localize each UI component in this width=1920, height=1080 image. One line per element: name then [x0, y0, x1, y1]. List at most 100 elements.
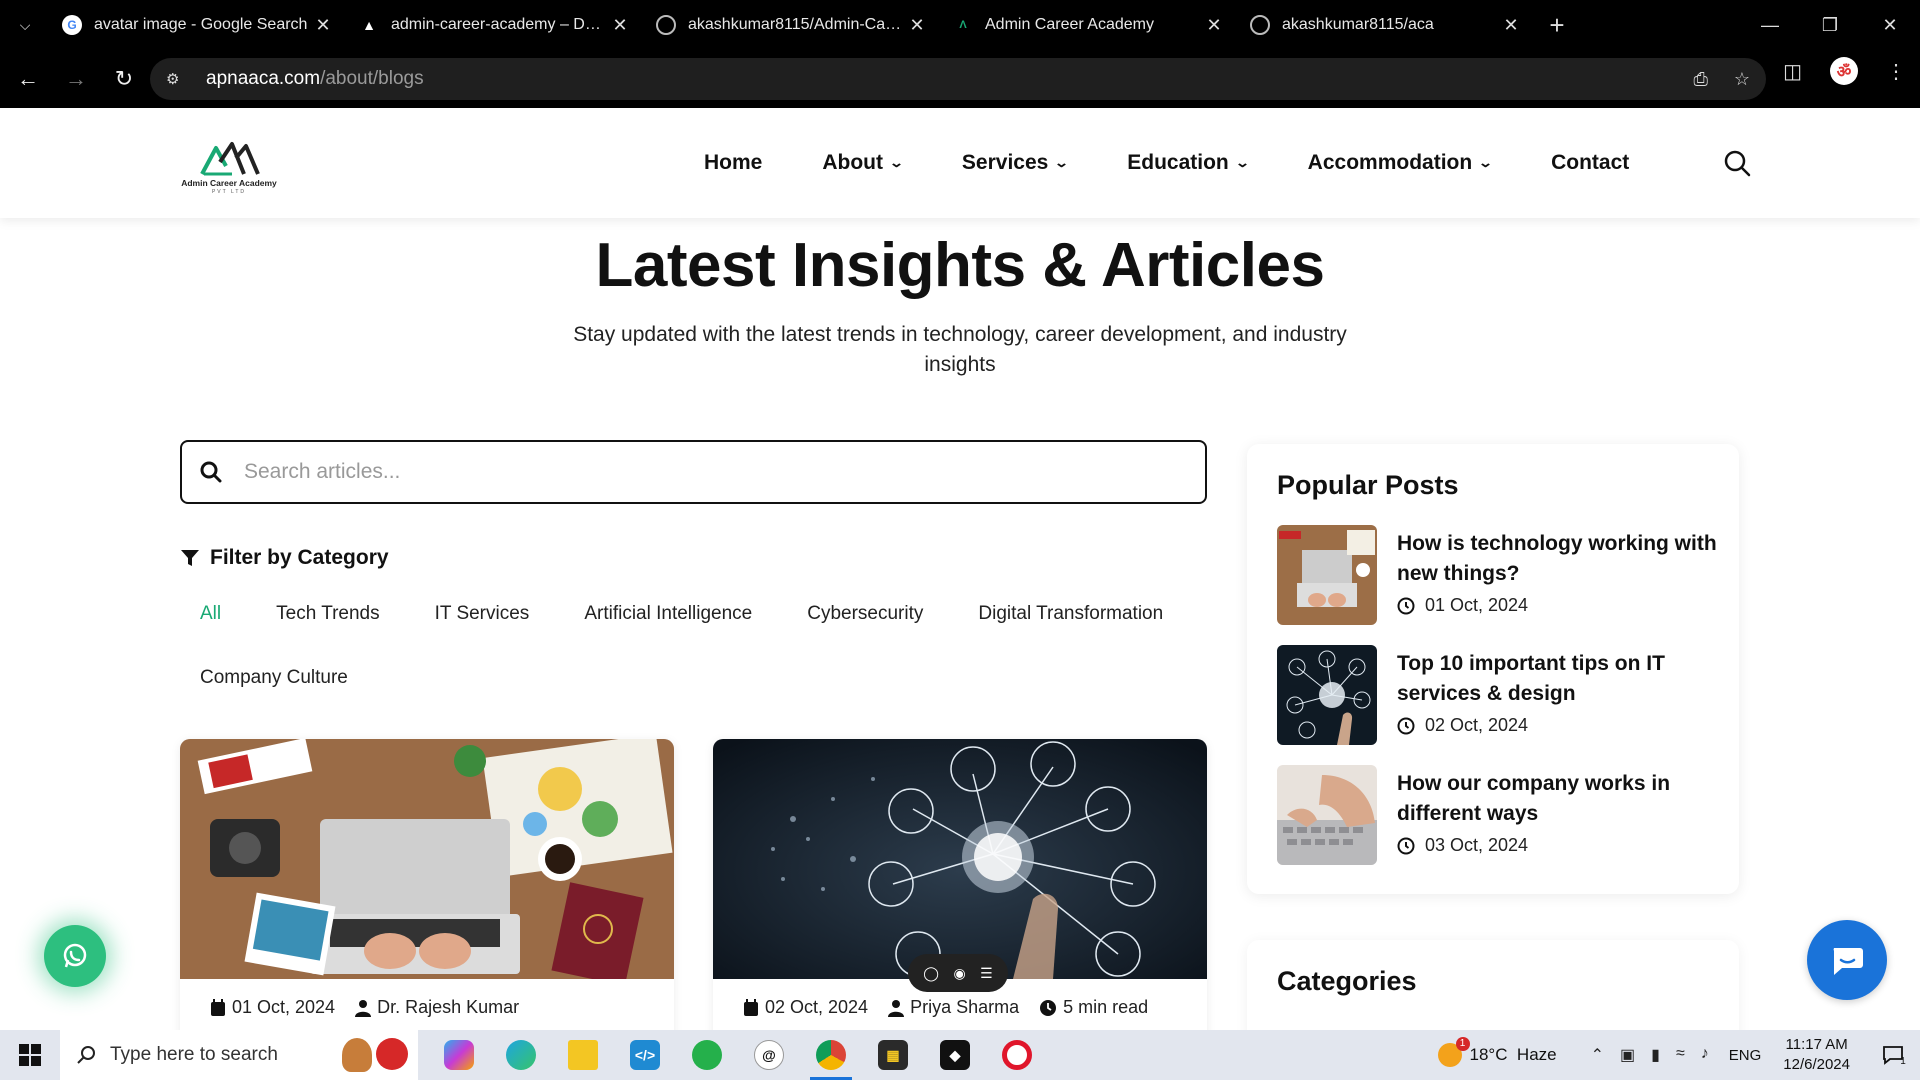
browser-tab-bar: ⌵ G avatar image - Google Search ✕ ▲ adm… — [0, 0, 1920, 50]
nav-services[interactable]: Services ⌄ — [961, 151, 1070, 175]
forward-icon[interactable]: → — [54, 57, 98, 101]
list-menu-icon[interactable]: ☰ — [980, 965, 993, 982]
chat-bubble-icon — [1833, 948, 1863, 975]
back-icon[interactable]: ← — [6, 57, 50, 101]
battery-icon[interactable]: ▮ — [1651, 1045, 1660, 1065]
popular-post-title[interactable]: How our company works in different ways — [1397, 769, 1717, 829]
blog-card[interactable]: 01 Oct, 2024 Dr. Rajesh Kumar — [180, 739, 674, 1059]
chevron-down-icon: ⌄ — [1478, 155, 1494, 170]
browser-tab[interactable]: G avatar image - Google Search ✕ — [50, 0, 347, 50]
minimize-icon[interactable]: — — [1740, 0, 1800, 50]
search-icon — [77, 1046, 95, 1064]
nav-home[interactable]: Home — [704, 151, 762, 175]
wifi-icon[interactable]: ≈ — [1676, 1045, 1685, 1065]
nav-accommodation[interactable]: Accommodation ⌄ — [1307, 151, 1494, 175]
laptop-thumbnail-image — [1277, 525, 1377, 625]
popular-post-item[interactable]: How is technology working with new thing… — [1277, 525, 1717, 625]
clock-icon — [1397, 717, 1415, 734]
browser-menu-icon[interactable]: ⋮ — [1886, 59, 1906, 84]
close-tab-icon[interactable]: ✕ — [905, 15, 929, 36]
close-tab-icon[interactable]: ✕ — [1202, 15, 1226, 36]
popular-post-date-row: 03 Oct, 2024 — [1397, 835, 1528, 856]
chevron-up-icon[interactable]: ⌃ — [1591, 1045, 1604, 1065]
blog-card-image[interactable] — [713, 739, 1207, 979]
calendar-icon — [744, 998, 758, 1016]
category-cybersecurity[interactable]: Cybersecurity — [807, 598, 923, 630]
taskbar-search[interactable]: Type here to search — [60, 1030, 418, 1080]
popular-post-thumbnail[interactable] — [1277, 525, 1377, 625]
opera-app-icon[interactable] — [986, 1030, 1048, 1080]
whatsapp-button[interactable] — [44, 925, 106, 987]
category-tech-trends[interactable]: Tech Trends — [276, 598, 380, 630]
threads-app-icon[interactable]: @ — [738, 1030, 800, 1080]
site-logo[interactable]: Admin Career Academy PVT LTD — [174, 138, 284, 198]
category-artificial-intelligence[interactable]: Artificial Intelligence — [584, 598, 752, 630]
bookmark-star-icon[interactable]: ☆ — [1734, 69, 1750, 90]
windows-start-icon[interactable] — [0, 1030, 60, 1080]
blog-card[interactable]: 02 Oct, 2024 Priya Sharma 5 min read — [713, 739, 1207, 1059]
browser-tab[interactable]: ▲ admin-career-academy – Deplo ✕ — [347, 0, 644, 50]
calendar-icon — [211, 998, 225, 1016]
store-app-icon[interactable]: ◆ — [924, 1030, 986, 1080]
vscode-app-icon[interactable]: </> — [614, 1030, 676, 1080]
category-it-services[interactable]: IT Services — [435, 598, 530, 630]
meet-now-icon[interactable]: ▣ — [1620, 1045, 1635, 1065]
nav-education[interactable]: Education ⌄ — [1127, 151, 1250, 175]
category-all[interactable]: All — [200, 598, 221, 630]
chrome-app-icon[interactable] — [800, 1030, 862, 1080]
close-tab-icon[interactable]: ✕ — [608, 15, 632, 36]
taskbar-apps: </> @ ▦ ◆ — [428, 1030, 1048, 1080]
install-app-icon[interactable]: ⎙ — [1693, 69, 1707, 90]
restore-icon[interactable]: ❐ — [1800, 0, 1860, 50]
terminal-app-icon[interactable]: ▦ — [862, 1030, 924, 1080]
search-input[interactable] — [244, 460, 1144, 484]
weather-widget[interactable]: 1 18°C Haze — [1437, 1037, 1557, 1067]
nav-about[interactable]: About ⌄ — [822, 151, 905, 175]
nav-label: Education — [1127, 151, 1229, 174]
profile-avatar-icon[interactable]: ॐ — [1830, 57, 1858, 85]
category-digital-transformation[interactable]: Digital Transformation — [978, 598, 1163, 630]
browser-tab[interactable]: akashkumar8115/aca ✕ — [1238, 0, 1535, 50]
site-info-icon[interactable]: ⚙ — [166, 70, 188, 88]
chat-button[interactable] — [1807, 920, 1887, 1000]
reload-icon[interactable]: ↻ — [102, 57, 146, 101]
input-language[interactable]: ENG — [1729, 1047, 1762, 1064]
tab-search-chevron-icon[interactable]: ⌵ — [0, 0, 50, 50]
categories-heading: Categories — [1277, 966, 1417, 996]
taskbar-clock[interactable]: 11:17 AM 12/6/2024 — [1783, 1035, 1850, 1075]
popular-post-title[interactable]: Top 10 important tips on IT services & d… — [1397, 649, 1717, 709]
popular-post-item[interactable]: Top 10 important tips on IT services & d… — [1277, 645, 1717, 745]
popular-post-title[interactable]: How is technology working with new thing… — [1397, 529, 1717, 589]
blog-card-image[interactable] — [180, 739, 674, 979]
nav-contact[interactable]: Contact — [1551, 151, 1629, 175]
new-tab-icon[interactable]: + — [1535, 10, 1579, 41]
address-bar[interactable]: ⚙ apnaaca.com/about/blogs ⎙ ☆ — [150, 58, 1766, 100]
popular-post-item[interactable]: How our company works in different ways … — [1277, 765, 1717, 865]
edge-app-icon[interactable] — [490, 1030, 552, 1080]
chevron-down-icon: ⌄ — [1054, 155, 1070, 170]
eye-icon[interactable]: ◉ — [953, 965, 965, 982]
volume-icon[interactable]: ♪ — [1701, 1045, 1709, 1065]
popular-post-thumbnail[interactable] — [1277, 765, 1377, 865]
nav-label: Services — [961, 151, 1049, 174]
comment-icon[interactable]: ◯ — [923, 965, 939, 982]
notification-center-icon[interactable]: 1 — [1874, 1044, 1914, 1067]
close-window-icon[interactable]: ✕ — [1860, 0, 1920, 50]
popular-post-thumbnail[interactable] — [1277, 645, 1377, 745]
network-thumbnail-image — [1277, 645, 1377, 745]
chevron-down-icon: ⌄ — [888, 155, 905, 170]
extensions-icon[interactable]: ◫ — [1783, 59, 1802, 84]
nav-label: Accommodation — [1307, 151, 1473, 174]
file-explorer-icon[interactable] — [552, 1030, 614, 1080]
browser-tab-active[interactable]: Λ Admin Career Academy ✕ — [941, 0, 1238, 50]
whatsapp-app-icon[interactable] — [676, 1030, 738, 1080]
popular-posts-heading: Popular Posts — [1277, 470, 1459, 500]
category-company-culture[interactable]: Company Culture — [200, 662, 348, 694]
vercel-icon: ▲ — [362, 17, 376, 33]
close-tab-icon[interactable]: ✕ — [311, 15, 335, 36]
copilot-app-icon[interactable] — [428, 1030, 490, 1080]
search-icon[interactable] — [1722, 148, 1752, 178]
close-tab-icon[interactable]: ✕ — [1499, 15, 1523, 36]
tab-title: admin-career-academy – Deplo — [391, 16, 608, 33]
browser-tab[interactable]: akashkumar8115/Admin-Career ✕ — [644, 0, 941, 50]
